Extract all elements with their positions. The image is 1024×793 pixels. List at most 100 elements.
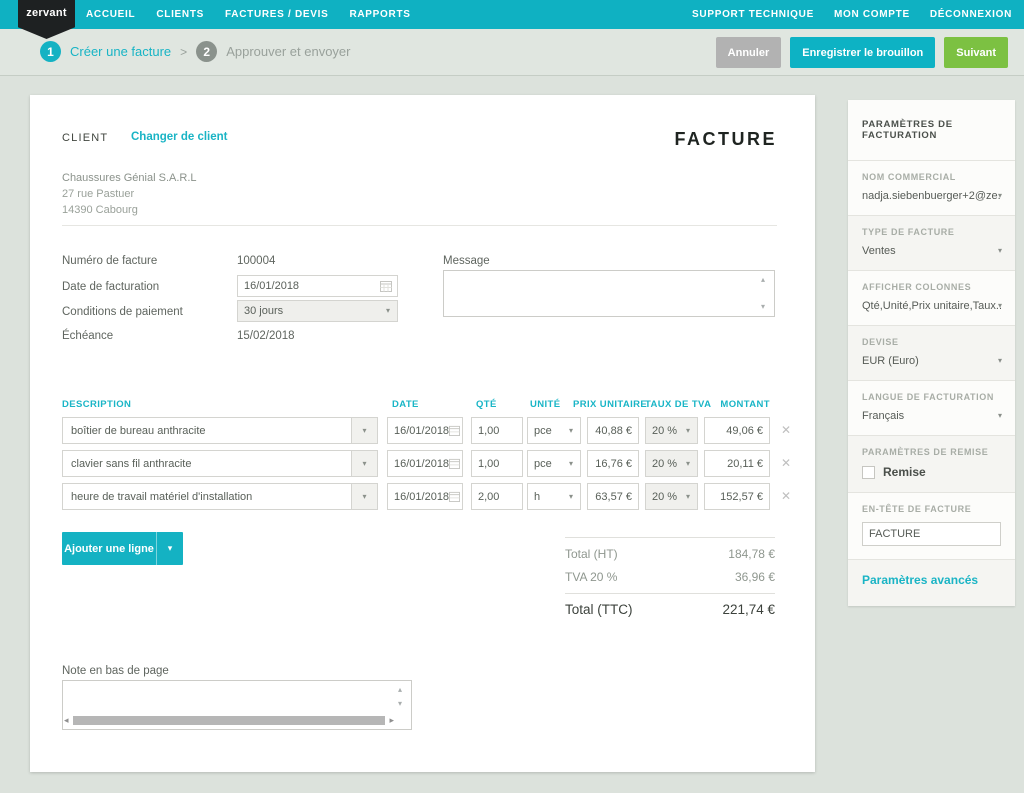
type-facture-select[interactable]: Ventes — [862, 245, 1001, 257]
cancel-button[interactable]: Annuler — [716, 37, 782, 68]
nom-commercial-select[interactable]: nadja.siebenbuerger+2@ze... — [862, 190, 1001, 202]
add-line-button[interactable]: Ajouter une ligne ▾ — [62, 532, 183, 565]
message-textarea[interactable] — [443, 270, 775, 317]
line-qty-input[interactable]: 2,00 — [471, 483, 523, 510]
line-vat-value: 20 % — [652, 425, 677, 437]
line-unit-price-value: 63,57 € — [595, 491, 632, 503]
nav-item-mon-compte[interactable]: MON COMPTE — [834, 9, 910, 20]
sidebar-title: PARAMÈTRES DE FACTURATION — [848, 100, 1015, 160]
nav-item-rapports[interactable]: RAPPORTS — [349, 9, 410, 20]
line-unit-select[interactable]: h ▾ — [527, 483, 581, 510]
line-description-select[interactable]: heure de travail matériel d'installation… — [62, 483, 378, 510]
line-qty-input[interactable]: 1,00 — [471, 417, 523, 444]
col-header-amount: MONTANT — [704, 399, 770, 410]
line-description-select[interactable]: clavier sans fil anthracite ▾ — [62, 450, 378, 477]
line-qty-value: 2,00 — [478, 491, 499, 503]
col-header-description: DESCRIPTION — [62, 399, 131, 410]
scroll-left-icon[interactable]: ◂ — [64, 716, 69, 725]
message-label: Message — [443, 255, 490, 267]
calendar-icon[interactable] — [449, 491, 460, 502]
line-qty-input[interactable]: 1,00 — [471, 450, 523, 477]
calendar-icon[interactable] — [380, 280, 392, 292]
chevron-down-icon: ▾ — [686, 427, 697, 435]
payment-terms-label: Conditions de paiement — [62, 306, 183, 318]
afficher-colonnes-select[interactable]: Qté,Unité,Prix unitaire,Taux... — [862, 300, 1001, 312]
delete-line-icon[interactable]: ✕ — [779, 489, 793, 503]
invoice-date-input[interactable]: 16/01/2018 — [237, 275, 398, 297]
invoice-card: CLIENT Changer de client FACTURE Chaussu… — [30, 95, 815, 772]
devise-select[interactable]: EUR (Euro) — [862, 355, 1001, 367]
line-date-input[interactable]: 16/01/2018 — [387, 417, 463, 444]
change-client-link[interactable]: Changer de client — [131, 131, 228, 143]
sidebar-section-remise: PARAMÈTRES DE REMISE Remise — [848, 435, 1015, 492]
col-header-unit-price: PRIX UNITAIRE — [573, 399, 639, 410]
line-unit-price-input[interactable]: 40,88 € — [587, 417, 639, 444]
line-amount-input[interactable]: 20,11 € — [704, 450, 770, 477]
sidebar-section-type-facture: TYPE DE FACTURE Ventes ▾ — [848, 215, 1015, 270]
line-unit-select[interactable]: pce ▾ — [527, 417, 581, 444]
line-unit-price-value: 16,76 € — [595, 458, 632, 470]
scrollbar-thumb[interactable] — [73, 716, 386, 725]
invoice-number-label: Numéro de facture — [62, 255, 157, 267]
delete-line-icon[interactable]: ✕ — [779, 456, 793, 470]
line-description-select[interactable]: boîtier de bureau anthracite ▾ — [62, 417, 378, 444]
line-vat-select[interactable]: 20 % ▾ — [645, 483, 698, 510]
line-unit-price-value: 40,88 € — [595, 425, 632, 437]
calendar-icon[interactable] — [449, 425, 460, 436]
en-tete-input[interactable] — [862, 522, 1001, 546]
langue-select[interactable]: Français — [862, 410, 1001, 422]
step-1-label[interactable]: Créer une facture — [70, 44, 171, 59]
chevron-down-icon: ▾ — [998, 411, 1002, 420]
delete-line-icon[interactable]: ✕ — [779, 423, 793, 437]
line-unit-select[interactable]: pce ▾ — [527, 450, 581, 477]
sidebar-section-en-tete: EN-TÊTE DE FACTURE — [848, 492, 1015, 559]
line-vat-select[interactable]: 20 % ▾ — [645, 450, 698, 477]
nav-left-group: ACCUEIL CLIENTS FACTURES / DEVIS RAPPORT… — [86, 0, 411, 29]
scroll-down-icon[interactable]: ▾ — [398, 700, 402, 708]
save-draft-button[interactable]: Enregistrer le brouillon — [790, 37, 935, 68]
line-vat-select[interactable]: 20 % ▾ — [645, 417, 698, 444]
nav-item-support[interactable]: SUPPORT TECHNIQUE — [692, 9, 814, 20]
calendar-icon[interactable] — [449, 458, 460, 469]
line-amount-input[interactable]: 49,06 € — [704, 417, 770, 444]
remise-checkbox-row[interactable]: Remise — [862, 465, 1001, 479]
horizontal-scrollbar[interactable]: ◂ ▸ — [64, 715, 394, 726]
line-date-value: 16/01/2018 — [394, 425, 449, 437]
line-vat-value: 20 % — [652, 458, 677, 470]
line-date-value: 16/01/2018 — [394, 458, 449, 470]
line-date-input[interactable]: 16/01/2018 — [387, 450, 463, 477]
nav-item-clients[interactable]: CLIENTS — [156, 9, 204, 20]
remise-section-label: PARAMÈTRES DE REMISE — [862, 447, 1001, 457]
client-address-line1: 27 rue Pastuer — [62, 187, 197, 203]
client-section-label: CLIENT — [62, 132, 108, 144]
remise-checkbox[interactable] — [862, 466, 875, 479]
scroll-right-icon[interactable]: ▸ — [389, 716, 394, 725]
sidebar-section-nom-commercial: NOM COMMERCIAL nadja.siebenbuerger+2@ze.… — [848, 160, 1015, 215]
line-amount-input[interactable]: 152,57 € — [704, 483, 770, 510]
scroll-up-icon[interactable]: ▴ — [398, 686, 402, 694]
type-facture-label: TYPE DE FACTURE — [862, 227, 1001, 237]
line-amount-value: 152,57 € — [720, 491, 763, 503]
total-row: Total (TTC) 221,74 € — [565, 602, 775, 617]
col-header-unit: UNITÉ — [530, 399, 561, 410]
advanced-settings-link[interactable]: Paramètres avancés — [862, 571, 1001, 593]
total-label: Total (TTC) — [565, 602, 633, 617]
step-2-label[interactable]: Approuver et envoyer — [226, 44, 350, 59]
scroll-down-icon[interactable]: ▾ — [761, 303, 765, 311]
line-unit-value: pce — [534, 425, 552, 437]
nav-item-deconnexion[interactable]: DÉCONNEXION — [930, 9, 1012, 20]
line-date-input[interactable]: 16/01/2018 — [387, 483, 463, 510]
payment-terms-select[interactable]: 30 jours ▾ — [237, 300, 398, 322]
sidebar-section-advanced: Paramètres avancés — [848, 559, 1015, 606]
chevron-down-icon[interactable]: ▾ — [156, 532, 183, 565]
scroll-up-icon[interactable]: ▴ — [761, 276, 765, 284]
divider — [565, 537, 775, 538]
chevron-down-icon: ▾ — [998, 191, 1002, 200]
nav-item-accueil[interactable]: ACCUEIL — [86, 9, 135, 20]
nav-item-factures-devis[interactable]: FACTURES / DEVIS — [225, 9, 328, 20]
line-unit-price-input[interactable]: 16,76 € — [587, 450, 639, 477]
next-button[interactable]: Suivant — [944, 37, 1008, 68]
subtotal-label: Total (HT) — [565, 547, 618, 561]
client-address-line2: 14390 Cabourg — [62, 203, 197, 219]
line-unit-price-input[interactable]: 63,57 € — [587, 483, 639, 510]
